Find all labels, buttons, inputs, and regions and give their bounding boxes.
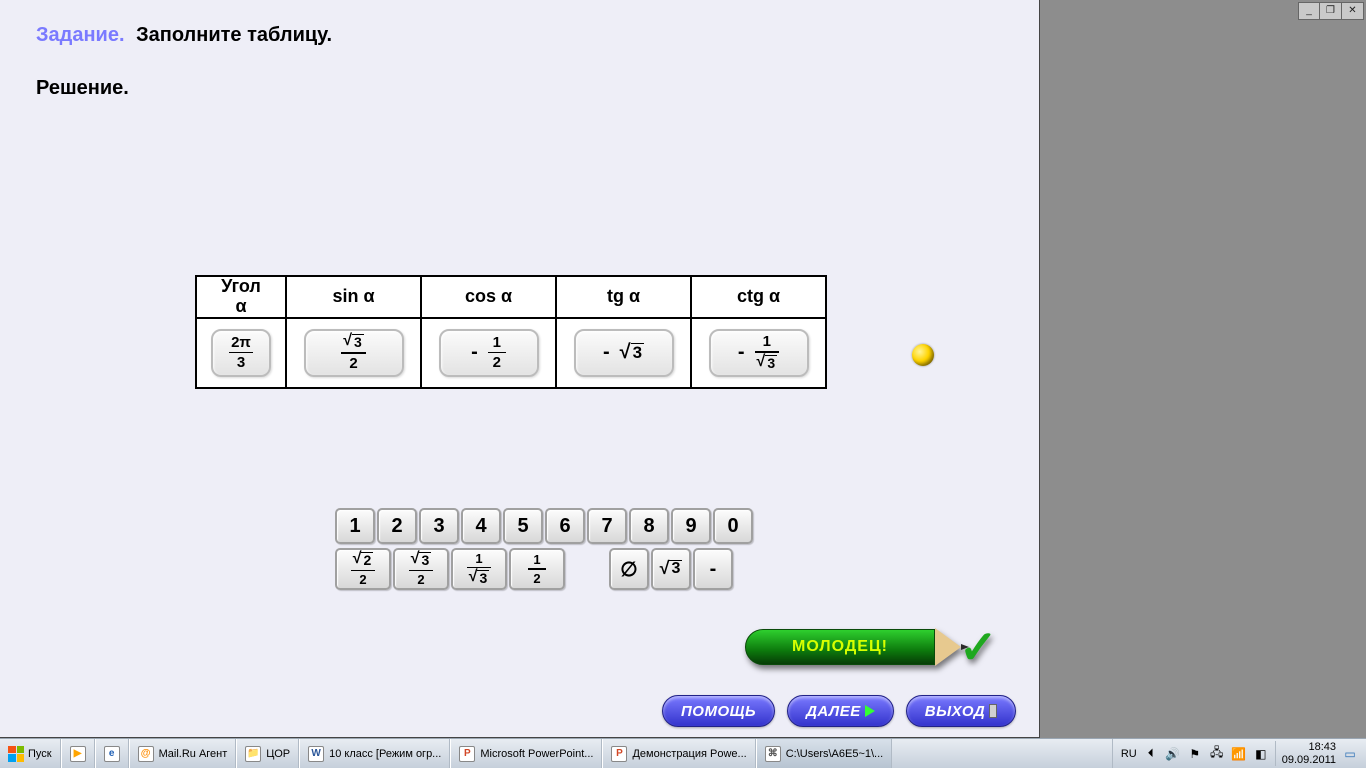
cmd-icon: ⌘ (765, 746, 781, 762)
keypad: 1234567890 √22√321√312∅√3- (335, 508, 753, 594)
cell-sin[interactable]: √3 2 (304, 329, 404, 377)
door-icon (989, 704, 997, 718)
folder-icon: 📁 (245, 746, 261, 762)
taskbar-item-label: C:\Users\A6E5~1\... (786, 748, 884, 760)
th-angle: Уголα (196, 276, 286, 318)
trig-table: Уголα sin α cos α tg α ctg α 2π 3 (195, 275, 827, 389)
taskbar-item-1[interactable]: e (95, 739, 129, 768)
taskbar-item-3[interactable]: 📁 ЦОР (236, 739, 299, 768)
task-line: Задание. Заполните таблицу. (36, 24, 1003, 47)
key-5[interactable]: 5 (503, 508, 543, 544)
taskbar: Пуск ▶ e @ Mail.Ru Агент 📁 ЦОР W 10 класс [Режи… (0, 738, 1366, 768)
key-sym-7[interactable]: - (693, 548, 733, 590)
table-row: 2π 3 √3 2 (196, 318, 826, 388)
word-icon: W (308, 746, 324, 762)
start-button[interactable]: Пуск (0, 739, 61, 768)
exit-button[interactable]: ВЫХОД (906, 695, 1016, 727)
taskbar-item-label: 10 класс [Режим огр... (329, 748, 441, 760)
tray-chevron-icon[interactable]: ⏴ (1143, 746, 1159, 762)
ppt-icon: P (611, 746, 627, 762)
key-1[interactable]: 1 (335, 508, 375, 544)
minimize-button[interactable]: _ (1298, 2, 1320, 20)
show-desktop-icon[interactable]: ▭ (1342, 746, 1358, 762)
action-buttons: ПОМОЩЬ ДАЛЕЕ ВЫХОД (662, 695, 1016, 727)
window-controls: _ ❐ ✕ (1298, 2, 1364, 20)
th-tg: tg α (556, 276, 691, 318)
key-7[interactable]: 7 (587, 508, 627, 544)
tray-misc-icon[interactable]: ◧ (1253, 746, 1269, 762)
cell-ctg[interactable]: - 1 √3 (709, 329, 809, 377)
key-sym-3[interactable]: 12 (509, 548, 565, 590)
mdi-background: _ ❐ ✕ (1040, 0, 1366, 738)
th-sin: sin α (286, 276, 421, 318)
clock[interactable]: 18:43 09.09.2011 (1275, 741, 1336, 765)
key-sym-1[interactable]: √32 (393, 548, 449, 590)
pencil-tip-icon (935, 628, 961, 666)
keypad-row-symbols: √22√321√312 ∅√3- (335, 548, 753, 590)
key-3[interactable]: 3 (419, 508, 459, 544)
taskbar-item-label: Демонстрация Powe... (632, 748, 746, 760)
key-2[interactable]: 2 (377, 508, 417, 544)
key-6[interactable]: 6 (545, 508, 585, 544)
windows-icon (8, 746, 24, 762)
taskbar-item-2[interactable]: @ Mail.Ru Агент (129, 739, 237, 768)
key-sym-2[interactable]: 1√3 (451, 548, 507, 590)
key-8[interactable]: 8 (629, 508, 669, 544)
taskbar-item-label: Microsoft PowerPoint... (480, 748, 593, 760)
tray-network-icon[interactable]: 🖧 (1209, 746, 1225, 762)
task-text: Заполните таблицу. (136, 24, 332, 46)
mail-icon: @ (138, 746, 154, 762)
task-label: Задание. (36, 24, 125, 46)
app-window: Задание. Заполните таблицу. Решение. Уго… (0, 0, 1040, 738)
pencil-label: МОЛОДЕЦ! (745, 629, 935, 665)
help-button[interactable]: ПОМОЩЬ (662, 695, 775, 727)
key-sym-5[interactable]: ∅ (609, 548, 649, 590)
system-tray: RU ⏴ 🔊 ⚑ 🖧 📶 ◧ 18:43 09.09.2011 ▭ (1112, 739, 1366, 768)
success-pencil: МОЛОДЕЦ! ✓ (745, 620, 998, 674)
taskbar-item-label: ЦОР (266, 748, 290, 760)
next-button[interactable]: ДАЛЕЕ (787, 695, 894, 727)
taskbar-item-4[interactable]: W 10 класс [Режим огр... (299, 739, 450, 768)
taskbar-item-6[interactable]: P Демонстрация Powe... (602, 739, 755, 768)
cell-angle[interactable]: 2π 3 (211, 329, 271, 377)
key-sym-0[interactable]: √22 (335, 548, 391, 590)
taskbar-item-7[interactable]: ⌘ C:\Users\A6E5~1\... (756, 739, 893, 768)
solution-label: Решение. (36, 77, 1003, 100)
cell-tg[interactable]: - √3 (574, 329, 674, 377)
close-button[interactable]: ✕ (1342, 2, 1364, 20)
keypad-spacer (567, 548, 607, 590)
key-4[interactable]: 4 (461, 508, 501, 544)
play-icon (865, 705, 875, 717)
key-sym-6[interactable]: √3 (651, 548, 691, 590)
tray-battery-icon[interactable]: 📶 (1231, 746, 1247, 762)
play-icon: ▶ (70, 746, 86, 762)
th-cos: cos α (421, 276, 556, 318)
lang-indicator[interactable]: RU (1121, 748, 1137, 760)
status-indicator-icon (912, 344, 934, 366)
maximize-button[interactable]: ❐ (1320, 2, 1342, 20)
ppt-icon: P (459, 746, 475, 762)
tray-shield-icon[interactable]: ⚑ (1187, 746, 1203, 762)
key-9[interactable]: 9 (671, 508, 711, 544)
key-0[interactable]: 0 (713, 508, 753, 544)
taskbar-item-5[interactable]: P Microsoft PowerPoint... (450, 739, 602, 768)
th-ctg: ctg α (691, 276, 826, 318)
taskbar-item-0[interactable]: ▶ (61, 739, 95, 768)
ie-icon: e (104, 746, 120, 762)
taskbar-item-label: Mail.Ru Агент (159, 748, 228, 760)
keypad-row-digits: 1234567890 (335, 508, 753, 544)
tray-volume-icon[interactable]: 🔊 (1165, 746, 1181, 762)
cell-cos[interactable]: - 1 2 (439, 329, 539, 377)
